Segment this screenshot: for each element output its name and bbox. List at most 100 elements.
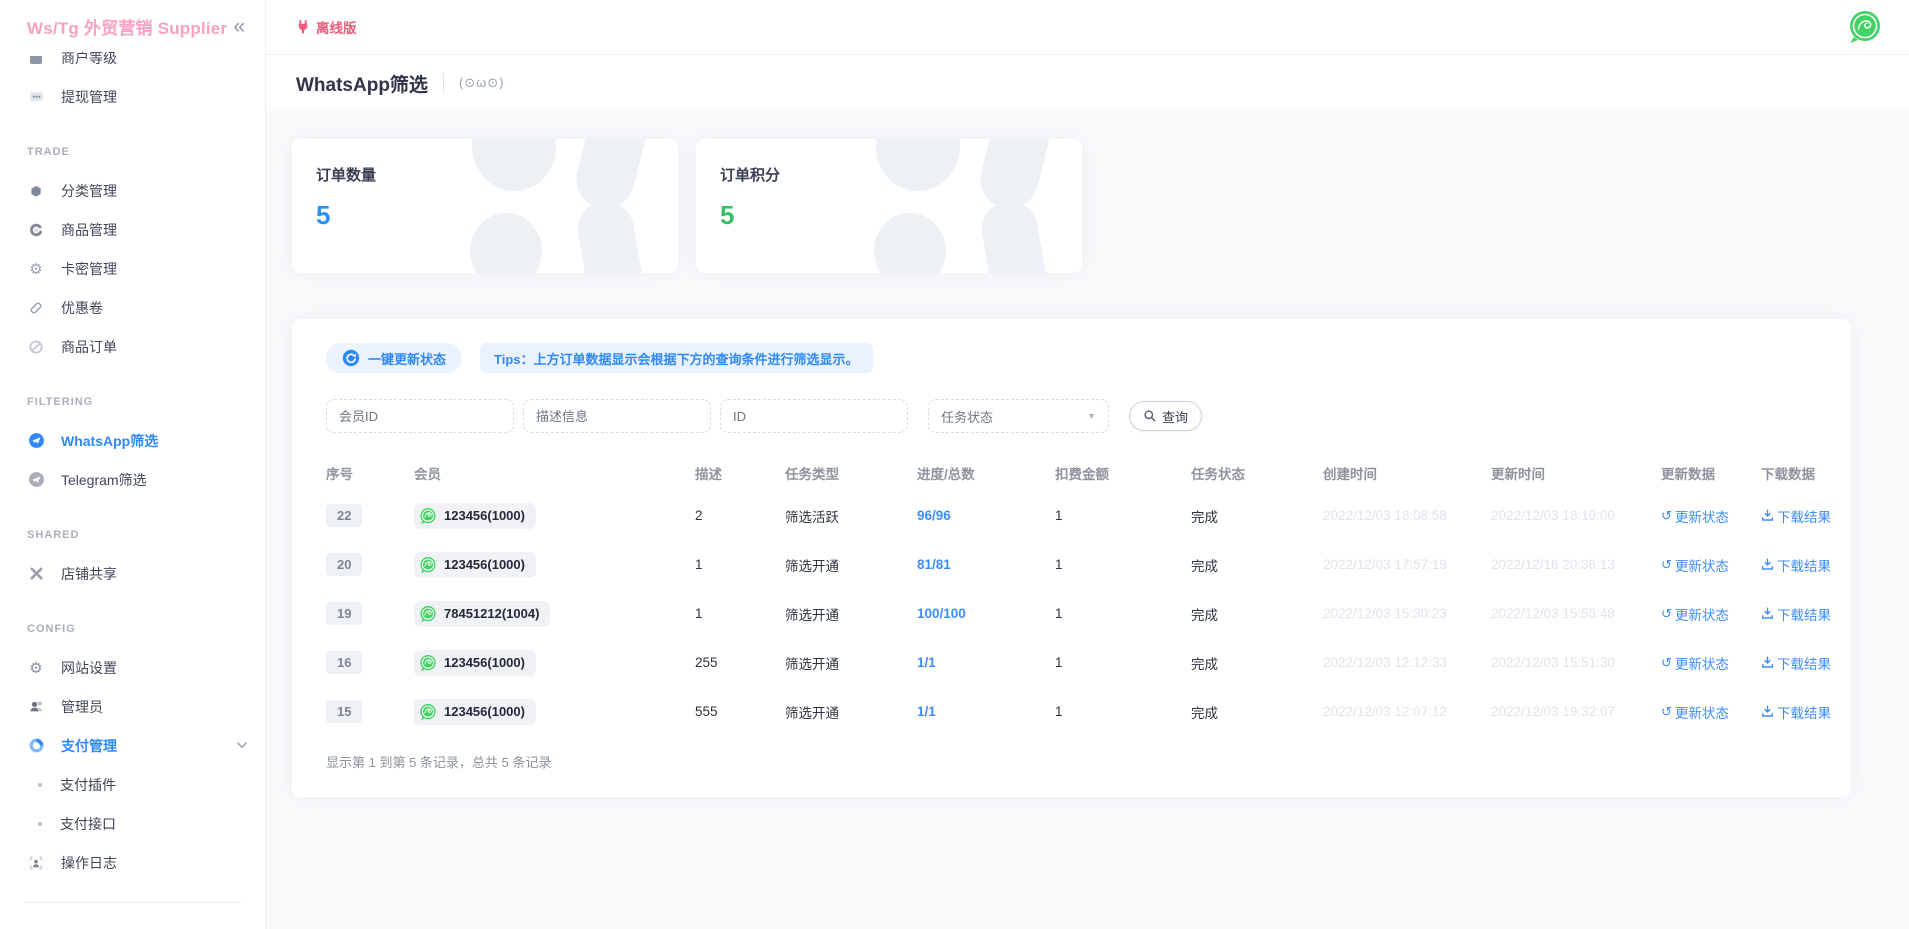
updated-time: 2022/12/16 20:36:13: [1491, 557, 1661, 572]
avatar[interactable]: [1847, 9, 1883, 45]
fee-cell: 1: [1055, 606, 1191, 621]
member-cell: 123456(1000): [414, 503, 695, 529]
download-result-link[interactable]: 下载结果: [1761, 604, 1831, 624]
fee-cell: 1: [1055, 557, 1191, 572]
stats-row: 订单数量 5 订单积分 5: [292, 139, 1851, 273]
whatsapp-icon: [419, 556, 437, 574]
status-cell: 完成: [1191, 555, 1323, 575]
row-no: 15: [326, 700, 414, 723]
search-icon: [1143, 409, 1157, 423]
sidebar-nav: 商户等级 提现管理 TRADE 分类管理 商品管理: [0, 52, 265, 929]
main-area: 离线版 WhatsApp筛选 (⊙ω⊙) 订单数量 5: [266, 0, 1909, 929]
ticket-icon: [27, 300, 45, 316]
search-button[interactable]: 查询: [1129, 401, 1202, 431]
member-cell: 78451212(1004): [414, 601, 695, 627]
stat-value: 5: [316, 200, 654, 231]
table-row: 1978451212(1004)1筛选开通100/1001完成2022/12/0…: [326, 589, 1827, 638]
update-status-icon: ↺: [1661, 705, 1672, 718]
withdraw-icon: [27, 88, 45, 105]
sidebar-item-label: 商品管理: [61, 220, 117, 240]
download-result-link[interactable]: 下载结果: [1761, 506, 1831, 526]
updated-time: 2022/12/03 15:51:30: [1491, 655, 1661, 670]
row-no: 16: [326, 651, 414, 674]
fee-cell: 1: [1055, 508, 1191, 523]
merchant-level-icon: [27, 52, 45, 66]
sidebar-item-payment-plugin[interactable]: 支付插件: [0, 765, 265, 804]
member-cell: 123456(1000): [414, 552, 695, 578]
updated-time: 2022/12/03 18:10:00: [1491, 508, 1661, 523]
desc-cell: 2: [695, 508, 785, 523]
sidebar-item-site-settings[interactable]: ⚙ 网站设置: [0, 648, 265, 687]
col-header: 任务状态: [1191, 463, 1323, 483]
desc-cell: 555: [695, 704, 785, 719]
sidebar-item-label: 优惠卷: [61, 298, 103, 318]
download-result-link[interactable]: 下载结果: [1761, 702, 1831, 722]
update-status-link[interactable]: ↺更新状态: [1661, 702, 1729, 722]
sidebar-item-goods[interactable]: 商品管理: [0, 210, 265, 249]
sidebar-item-whatsapp-filter[interactable]: WhatsApp筛选: [0, 421, 265, 460]
download-result-link[interactable]: 下载结果: [1761, 555, 1831, 575]
progress-cell: 100/100: [917, 606, 1055, 621]
update-status-link[interactable]: ↺更新状态: [1661, 555, 1729, 575]
update-all-button[interactable]: 一键更新状态: [326, 343, 462, 373]
desc-cell: 1: [695, 557, 785, 572]
sidebar-item-merchant-level[interactable]: 商户等级: [0, 52, 265, 77]
sidebar-item-operation-log[interactable]: 操作日志: [0, 843, 265, 882]
progress-cell: 96/96: [917, 508, 1055, 523]
sidebar-item-label: 操作日志: [61, 853, 117, 873]
col-header: 描述: [695, 463, 785, 483]
sidebar-item-orders[interactable]: 商品订单: [0, 327, 265, 366]
filter-panel: 一键更新状态 Tips：上方订单数据显示会根据下方的查询条件进行筛选显示。 任务…: [292, 319, 1851, 797]
updated-time: 2022/12/03 19:32:07: [1491, 704, 1661, 719]
table-row: 15123456(1000)555筛选开通1/11完成2022/12/03 12…: [326, 687, 1827, 736]
stat-card-order-points: 订单积分 5: [696, 139, 1082, 273]
sidebar: Ws/Tg 外贸营销 Supplier « 商户等级 提现管理 TRADE: [0, 0, 266, 929]
status-cell: 完成: [1191, 653, 1323, 673]
task-type-cell: 筛选活跃: [785, 506, 917, 526]
update-status-icon: ↺: [1661, 656, 1672, 669]
slashed-circle-icon: [27, 339, 45, 355]
update-status-icon: ↺: [1661, 509, 1672, 522]
task-status-select[interactable]: 任务状态 ▼: [928, 399, 1109, 433]
update-status-link[interactable]: ↺更新状态: [1661, 653, 1729, 673]
sidebar-item-label: 店铺共享: [61, 564, 117, 584]
progress-cell: 1/1: [917, 655, 1055, 670]
col-header: 会员: [414, 463, 695, 483]
sidebar-item-admins[interactable]: 管理员: [0, 687, 265, 726]
download-result-link[interactable]: 下载结果: [1761, 653, 1831, 673]
update-status-link[interactable]: ↺更新状态: [1661, 604, 1729, 624]
sidebar-item-telegram-filter[interactable]: Telegram筛选: [0, 460, 265, 499]
desc-cell: 1: [695, 606, 785, 621]
gear-icon: ⚙: [27, 260, 45, 278]
update-status-link[interactable]: ↺更新状态: [1661, 506, 1729, 526]
search-button-label: 查询: [1162, 407, 1188, 426]
brand-title: Ws/Tg 外贸营销 Supplier: [27, 14, 233, 39]
update-status-icon: ↺: [1661, 607, 1672, 620]
plug-icon: [296, 20, 310, 34]
sidebar-item-cardkey[interactable]: ⚙ 卡密管理: [0, 249, 265, 288]
col-header: 下载数据: [1761, 463, 1827, 483]
download-icon: [1761, 558, 1774, 571]
gear-icon: ⚙: [27, 659, 45, 677]
col-header: 扣费金额: [1055, 463, 1191, 483]
description-input[interactable]: [523, 399, 711, 433]
sidebar-item-label: 卡密管理: [61, 259, 117, 279]
row-no: 19: [326, 602, 414, 625]
whatsapp-icon: [419, 703, 437, 721]
col-header: 序号: [326, 463, 414, 483]
app: Ws/Tg 外贸营销 Supplier « 商户等级 提现管理 TRADE: [0, 0, 1909, 929]
whatsapp-icon: [419, 507, 437, 525]
task-status-select-value: 任务状态: [941, 407, 993, 426]
sidebar-collapse-icon[interactable]: «: [233, 16, 245, 37]
sidebar-item-shop-share[interactable]: 店铺共享: [0, 554, 265, 593]
sidebar-item-payment[interactable]: 支付管理: [0, 726, 265, 765]
sidebar-item-coupon[interactable]: 优惠卷: [0, 288, 265, 327]
sidebar-item-category[interactable]: 分类管理: [0, 171, 265, 210]
sidebar-item-withdraw[interactable]: 提现管理: [0, 77, 265, 116]
sidebar-item-payment-api[interactable]: 支付接口: [0, 804, 265, 843]
offline-badge[interactable]: 离线版: [296, 17, 357, 37]
stat-label: 订单积分: [720, 164, 1058, 185]
id-input[interactable]: [720, 399, 908, 433]
member-id-input[interactable]: [326, 399, 514, 433]
pie-chart-icon: [27, 737, 45, 754]
